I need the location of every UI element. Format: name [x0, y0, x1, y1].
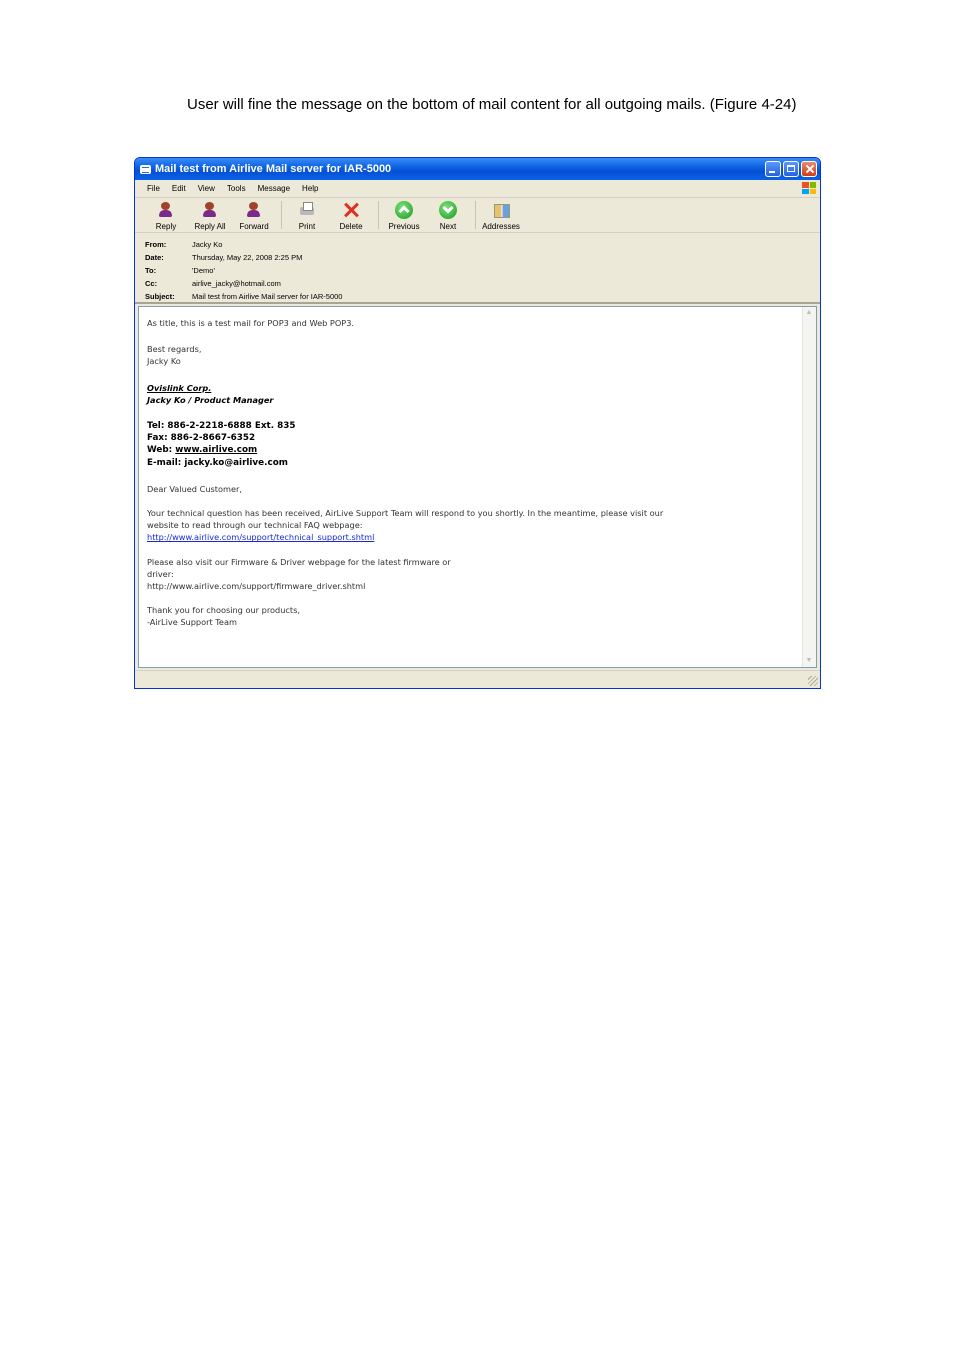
- mail-window: Mail test from Airlive Mail server for I…: [134, 157, 821, 689]
- cc-label: Cc:: [145, 279, 158, 288]
- subject-value: Mail test from Airlive Mail server for I…: [192, 292, 343, 301]
- previous-label: Previous: [388, 222, 420, 231]
- arrow-down-icon: [439, 201, 457, 219]
- forward-icon: [245, 201, 263, 219]
- faq-link[interactable]: http://www.airlive.com/support/technical…: [147, 531, 797, 543]
- message-greeting: Dear Valued Customer,: [147, 483, 242, 494]
- addresses-label: Addresses: [482, 222, 520, 231]
- menu-tools[interactable]: Tools: [227, 184, 246, 193]
- next-label: Next: [439, 222, 457, 231]
- reply-all-icon: [201, 201, 219, 219]
- date-value: Thursday, May 22, 2008 2:25 PM: [192, 253, 303, 262]
- message-intro: As title, this is a test mail for POP3 a…: [147, 318, 355, 328]
- web-label: Web:: [147, 445, 176, 456]
- menu-view[interactable]: View: [198, 184, 215, 193]
- reply-label: Reply: [155, 222, 177, 231]
- signature-fax: Fax: 886-2-8667-6352: [147, 433, 256, 444]
- print-button[interactable]: Print: [288, 201, 326, 231]
- scroll-up-icon[interactable]: ▲: [805, 309, 813, 317]
- message-team: -AirLive Support Team: [147, 617, 237, 628]
- title-bar[interactable]: Mail test from Airlive Mail server for I…: [135, 158, 820, 180]
- window-controls: [765, 161, 817, 177]
- signature-email: E-mail: jacky.ko@airlive.com: [147, 457, 288, 468]
- menu-help[interactable]: Help: [302, 184, 318, 193]
- header-subject: Subject: Mail test from Airlive Mail ser…: [145, 290, 820, 303]
- message-para2-line2: driver:: [147, 568, 174, 579]
- firmware-url: http://www.airlive.com/support/firmware_…: [147, 581, 366, 592]
- minimize-button[interactable]: [765, 161, 781, 177]
- reply-icon: [157, 201, 175, 219]
- from-value: Jacky Ko: [192, 240, 223, 249]
- delete-label: Delete: [339, 222, 363, 231]
- arrow-up-icon: [395, 201, 413, 219]
- document-caption: User will fine the message on the bottom…: [187, 96, 797, 113]
- menu-message[interactable]: Message: [258, 184, 290, 193]
- previous-button[interactable]: Previous: [385, 201, 423, 231]
- maximize-button[interactable]: [783, 161, 799, 177]
- window-title: Mail test from Airlive Mail server for I…: [155, 163, 392, 175]
- reply-button[interactable]: Reply: [147, 201, 185, 231]
- scroll-down-icon[interactable]: ▼: [805, 657, 813, 665]
- status-bar: [135, 670, 820, 688]
- mail-icon: [140, 164, 151, 174]
- reply-all-label: Reply All: [194, 222, 226, 231]
- message-regards: Best regards,: [147, 344, 202, 355]
- to-value: 'Demo': [192, 266, 215, 275]
- toolbar-separator: [281, 201, 282, 229]
- delete-button[interactable]: Delete: [332, 201, 370, 231]
- message-para1-line2: website to read through our technical FA…: [147, 520, 363, 531]
- reply-all-button[interactable]: Reply All: [191, 201, 229, 231]
- next-button[interactable]: Next: [429, 201, 467, 231]
- web-link[interactable]: www.airlive.com: [175, 445, 257, 455]
- delete-icon: [342, 201, 360, 219]
- signature-tel: Tel: 886-2-2218-6888 Ext. 835: [147, 421, 296, 432]
- menu-edit[interactable]: Edit: [172, 184, 186, 193]
- header-date: Date: Thursday, May 22, 2008 2:25 PM: [145, 251, 820, 264]
- message-body-pane[interactable]: As title, this is a test mail for POP3 a…: [138, 306, 817, 668]
- cc-value: airlive_jacky@hotmail.com: [192, 279, 281, 288]
- printer-icon: [298, 201, 316, 219]
- addresses-button[interactable]: Addresses: [482, 201, 520, 231]
- to-label: To:: [145, 266, 157, 275]
- date-label: Date:: [145, 253, 164, 262]
- menu-bar: File Edit View Tools Message Help: [135, 180, 820, 198]
- close-button[interactable]: [801, 161, 817, 177]
- message-name: Jacky Ko: [147, 356, 181, 367]
- signature-web: Web: www.airlive.com: [147, 444, 797, 456]
- forward-label: Forward: [239, 222, 269, 231]
- message-headers: From: Jacky Ko Date: Thursday, May 22, 2…: [135, 233, 820, 304]
- header-from: From: Jacky Ko: [145, 238, 820, 251]
- forward-button[interactable]: Forward: [235, 201, 273, 231]
- message-para1-line1: Your technical question has been receive…: [147, 508, 664, 519]
- print-label: Print: [298, 222, 316, 231]
- from-label: From:: [145, 240, 167, 249]
- message-thanks: Thank you for choosing our products,: [147, 605, 301, 616]
- address-book-icon: [492, 201, 510, 219]
- header-to: To: 'Demo': [145, 264, 820, 277]
- toolbar-separator: [378, 201, 379, 229]
- message-para2-line1: Please also visit our Firmware & Driver …: [147, 556, 451, 567]
- signature-company: Ovislink Corp.: [147, 382, 212, 393]
- subject-label: Subject:: [145, 292, 175, 301]
- vertical-scrollbar[interactable]: ▲ ▼: [802, 307, 816, 667]
- windows-logo-icon: [802, 182, 816, 194]
- header-cc: Cc: airlive_jacky@hotmail.com: [145, 277, 820, 290]
- resize-grip-icon[interactable]: [808, 676, 818, 686]
- toolbar: Reply Reply All Forward Print Delete Pre…: [135, 198, 820, 233]
- message-body: As title, this is a test mail for POP3 a…: [147, 317, 797, 629]
- signature-title: Jacky Ko / Product Manager: [147, 394, 274, 405]
- toolbar-separator: [475, 201, 476, 229]
- menu-file[interactable]: File: [147, 184, 160, 193]
